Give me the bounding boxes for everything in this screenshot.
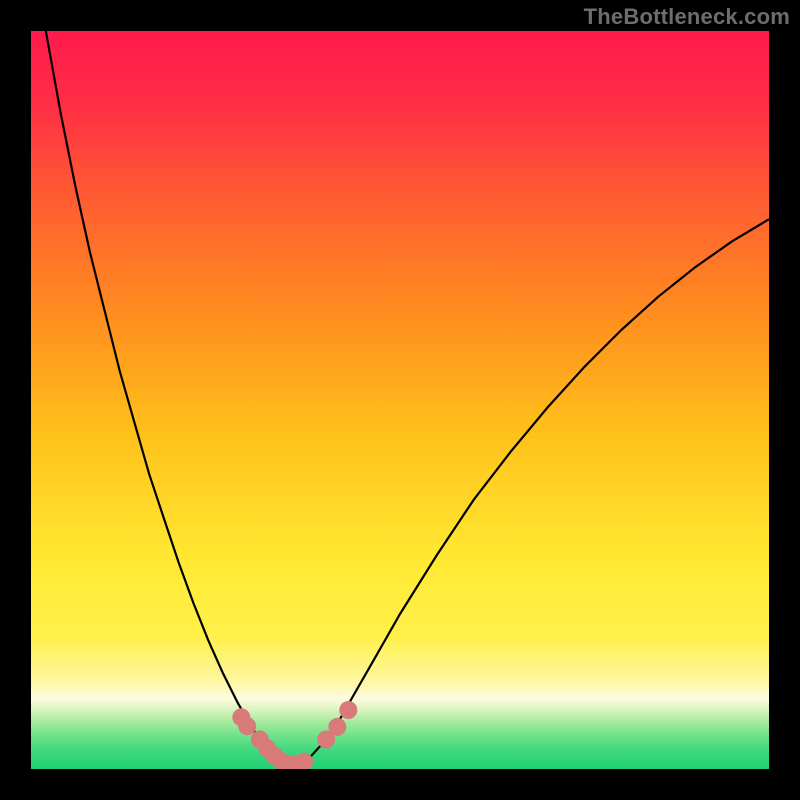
gradient-background	[31, 31, 769, 769]
data-marker	[295, 753, 313, 771]
data-marker	[339, 701, 357, 719]
bottleneck-chart	[0, 0, 800, 800]
data-marker	[238, 717, 256, 735]
outer-frame: TheBottleneck.com	[0, 0, 800, 800]
data-marker	[328, 718, 346, 736]
